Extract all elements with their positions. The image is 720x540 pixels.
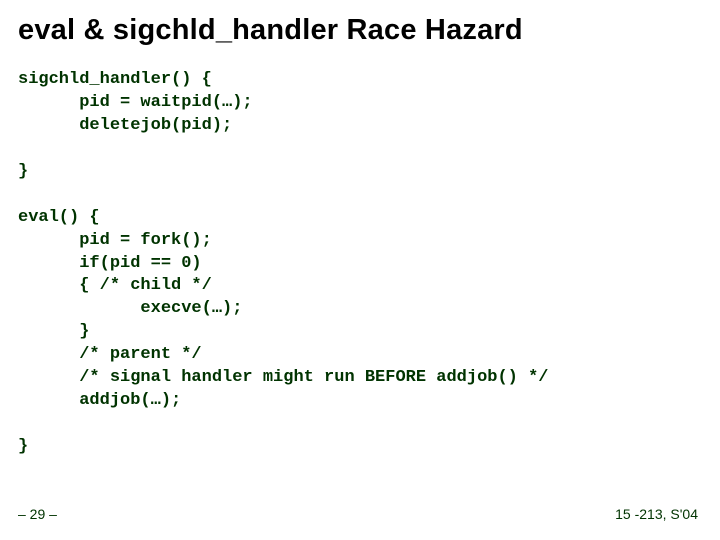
course-label: 15 -213, S'04 [615, 506, 698, 522]
slide: eval & sigchld_handler Race Hazard sigch… [0, 0, 720, 540]
slide-title: eval & sigchld_handler Race Hazard [18, 14, 702, 47]
page-number: – 29 – [18, 506, 57, 522]
code-block: sigchld_handler() { pid = waitpid(…); de… [18, 69, 702, 459]
